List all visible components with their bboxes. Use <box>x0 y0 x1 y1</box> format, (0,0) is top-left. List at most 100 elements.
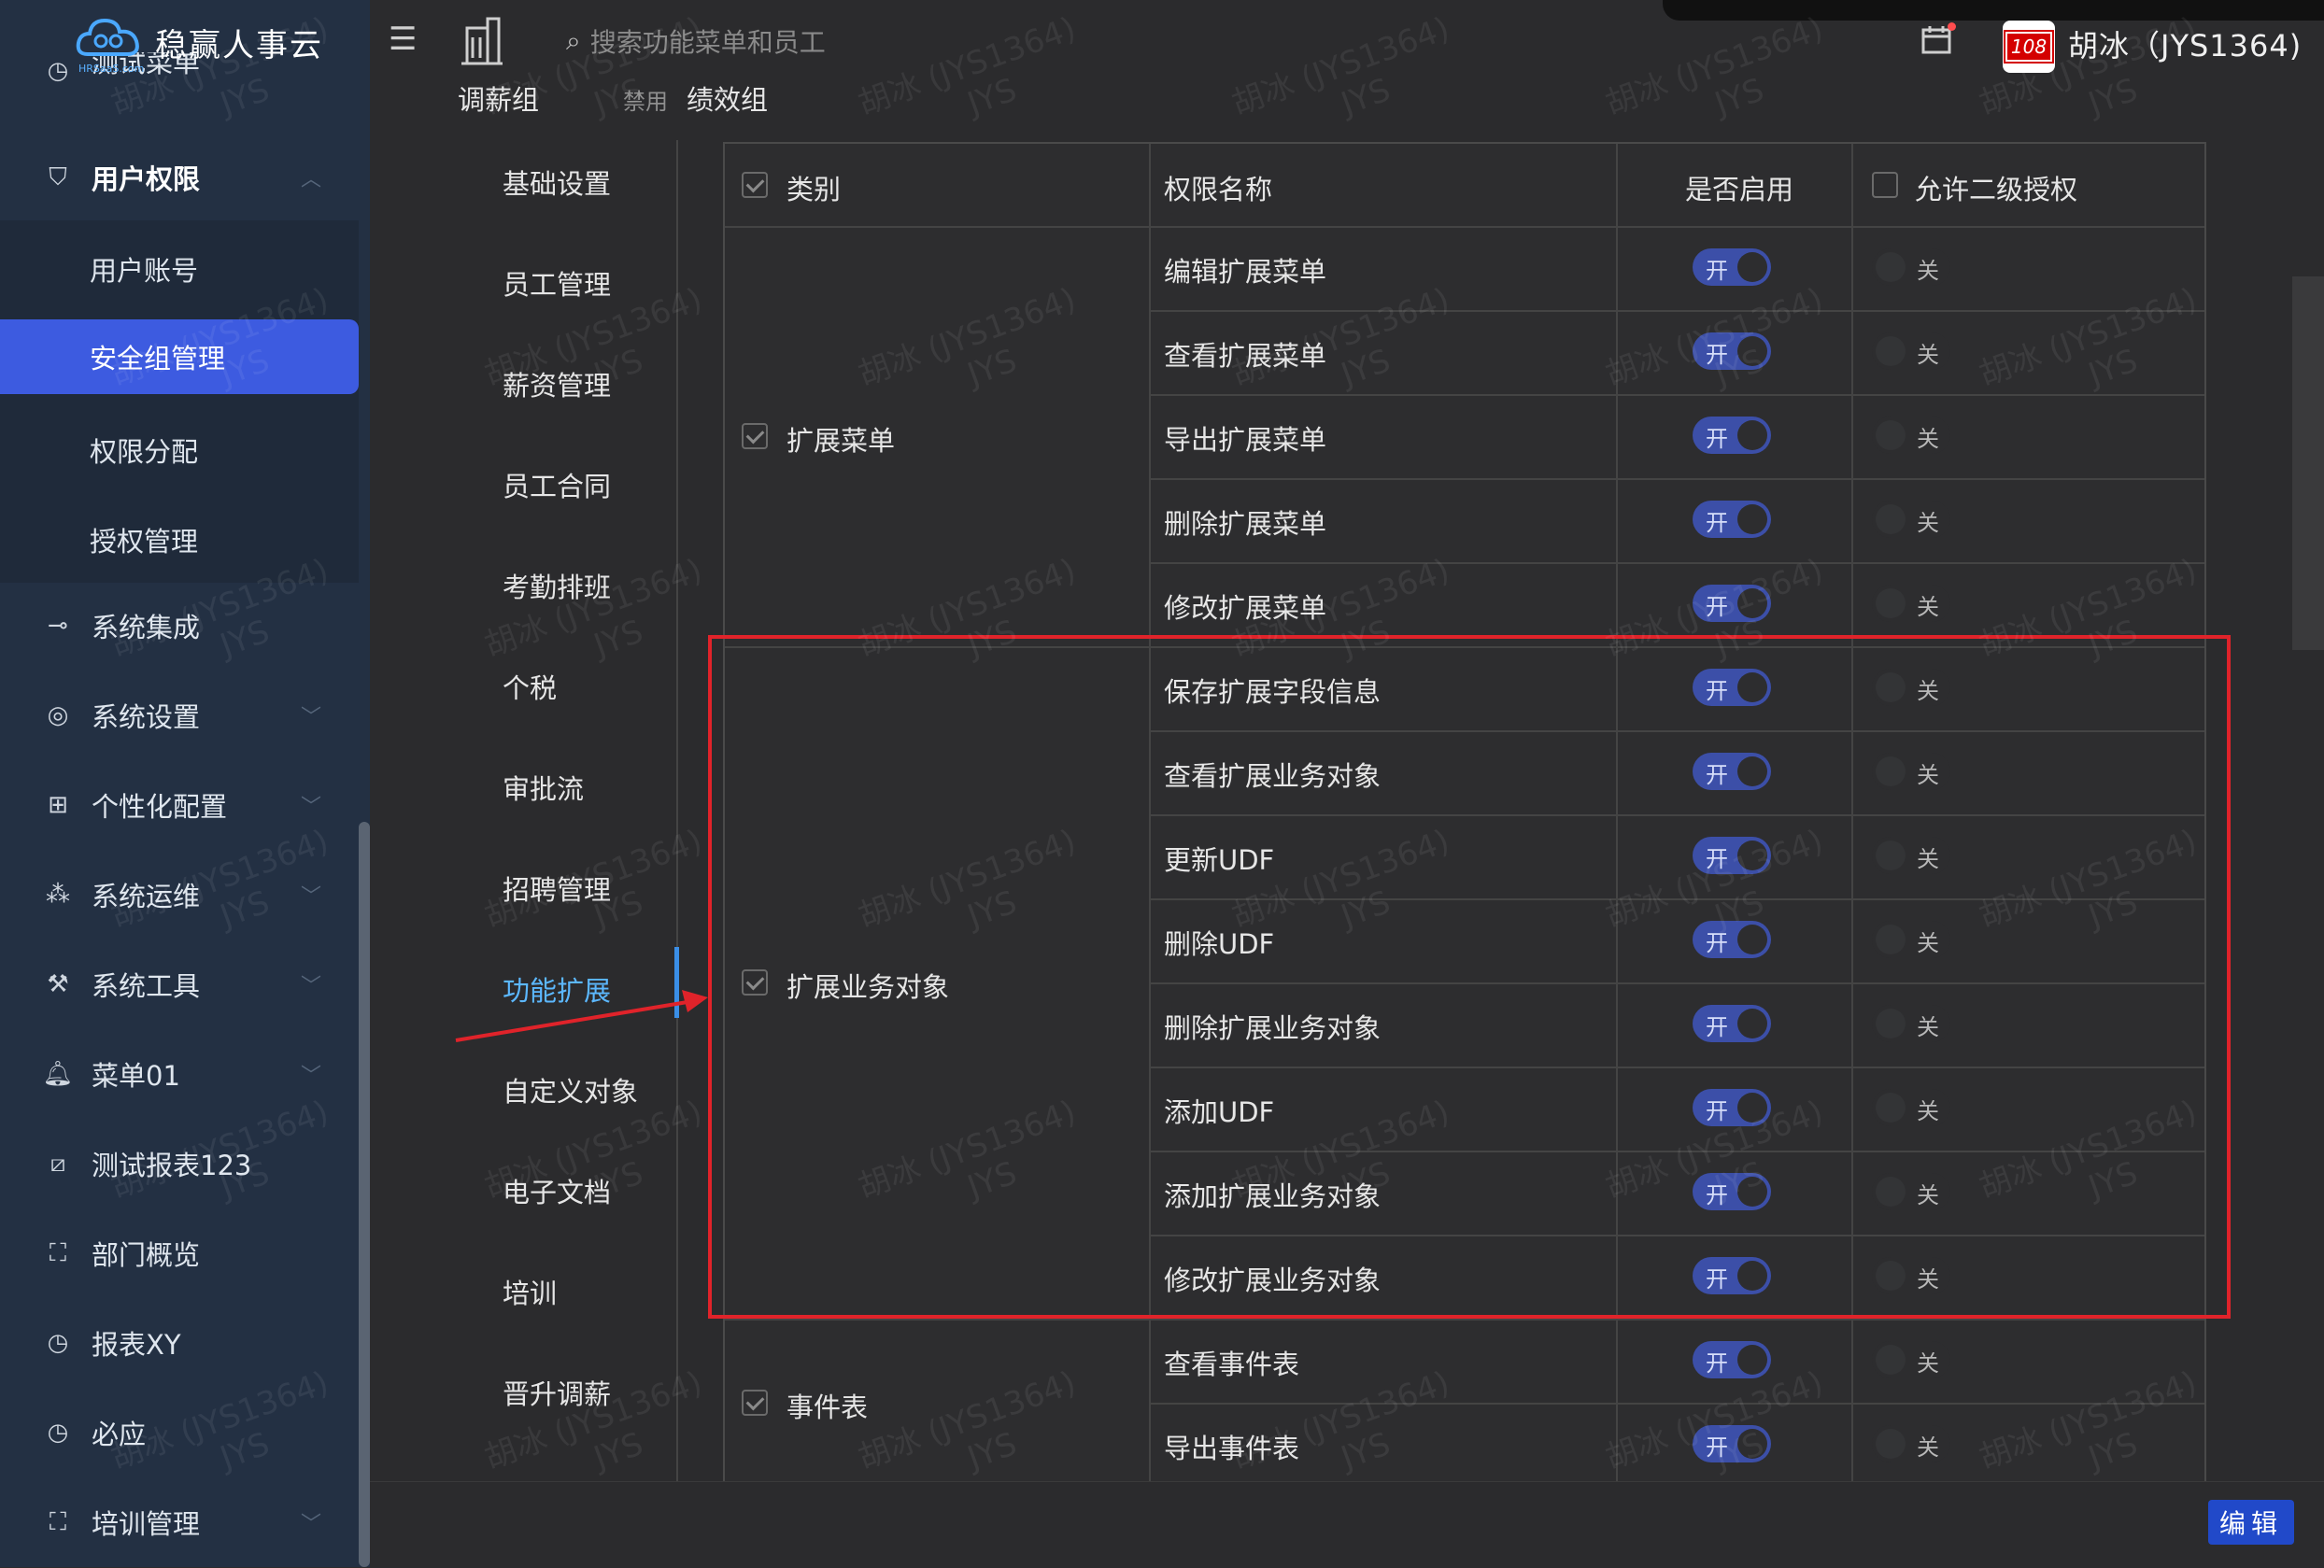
sidebar-item-report-xy[interactable]: ◷ 报表XY <box>0 1306 359 1380</box>
brand-logo[interactable]: HRSaaS.com 稳赢人事云 <box>75 9 323 75</box>
sidebar-item-integration[interactable]: ⊸ 系统集成 <box>0 588 359 663</box>
secondary-auth-switch[interactable]: 关 <box>1872 1257 1950 1294</box>
secondary-auth-switch[interactable]: 关 <box>1872 501 1950 538</box>
category-checkbox[interactable] <box>742 969 768 996</box>
row-divider <box>1149 394 2204 396</box>
category-approval-flow[interactable]: 审批流 <box>503 768 584 807</box>
secondary-auth-switch[interactable]: 关 <box>1872 1173 1950 1210</box>
sidebar-item-dept-overview[interactable]: ⛶ 部门概览 <box>0 1216 359 1291</box>
bell-icon: 🔔︎ <box>42 1060 74 1088</box>
tab-performance-group[interactable]: 绩效组 <box>687 78 768 118</box>
sidebar-item-test-report[interactable]: ⧄ 测试报表123 <box>0 1126 359 1201</box>
enable-switch[interactable]: 开 <box>1693 669 1771 706</box>
enable-switch[interactable]: 开 <box>1693 585 1771 622</box>
row-divider <box>1149 478 2204 480</box>
chevron-down-icon: ﹀ <box>300 706 321 729</box>
category-recruitment[interactable]: 招聘管理 <box>503 869 611 908</box>
switch-on-label: 开 <box>1706 1014 1728 1040</box>
calendar-icon[interactable] <box>1920 22 1956 56</box>
sidebar-item-user-permissions[interactable]: ⛉ 用户权限 ︿ <box>0 140 359 215</box>
secondary-auth-switch[interactable]: 关 <box>1872 753 1950 790</box>
notification-dot <box>1948 22 1956 31</box>
menu-collapse-icon[interactable]: ☰ <box>389 21 426 58</box>
enable-switch[interactable]: 开 <box>1693 1005 1771 1042</box>
enable-switch[interactable]: 开 <box>1693 1257 1771 1294</box>
cloud-logo-icon: HRSaaS.com <box>75 13 144 75</box>
permission-name: 查看事件表 <box>1164 1349 1300 1380</box>
category-custom-object[interactable]: 自定义对象 <box>503 1070 638 1109</box>
enable-switch[interactable]: 开 <box>1693 1425 1771 1462</box>
category-nav: 基础设置 员工管理 薪资管理 员工合同 考勤排班 个税 审批流 招聘管理 功能扩… <box>402 140 678 1481</box>
switch-on-label: 开 <box>1706 1182 1728 1208</box>
category-function-extension[interactable]: 功能扩展 <box>503 969 611 1009</box>
avatar[interactable]: 108 <box>2003 21 2055 73</box>
secondary-auth-switch[interactable]: 关 <box>1872 1089 1950 1126</box>
sidebar-item-settings[interactable]: ◎ 系统设置 ﹀ <box>0 678 359 753</box>
sidebar-submenu: 用户账号 权限分配 授权管理 <box>0 220 359 583</box>
secondary-auth-switch[interactable]: 关 <box>1872 332 1950 370</box>
sidebar-sub-permission-assign[interactable]: 权限分配 <box>0 413 359 487</box>
enable-switch[interactable]: 开 <box>1693 501 1771 538</box>
category-attendance[interactable]: 考勤排班 <box>503 566 611 605</box>
edit-button[interactable]: 编辑 <box>2208 1500 2294 1545</box>
enable-switch[interactable]: 开 <box>1693 837 1771 874</box>
secondary-auth-switch[interactable]: 关 <box>1872 1341 1950 1378</box>
switch-off-label: 关 <box>1917 342 1939 368</box>
select-all-category-checkbox[interactable] <box>742 172 768 198</box>
enable-switch[interactable]: 开 <box>1693 417 1771 454</box>
enable-switch[interactable]: 开 <box>1693 1341 1771 1378</box>
secondary-auth-switch[interactable]: 关 <box>1872 921 1950 958</box>
tab-salary-group[interactable]: 调薪组 <box>458 78 539 118</box>
category-checkbox[interactable] <box>742 1390 768 1416</box>
select-all-secondary-checkbox[interactable] <box>1872 172 1898 198</box>
enable-switch[interactable]: 开 <box>1693 753 1771 790</box>
secondary-auth-switch[interactable]: 关 <box>1872 248 1950 286</box>
search-box[interactable]: ⌕ 搜索功能菜单和员工 <box>566 22 826 60</box>
switch-off-label: 关 <box>1917 846 1939 872</box>
user-name[interactable]: 胡冰（JYS1364) <box>2068 22 2302 65</box>
sidebar-item-bing[interactable]: ◷ 必应 <box>0 1395 359 1470</box>
secondary-auth-switch[interactable]: 关 <box>1872 1425 1950 1462</box>
category-e-documents[interactable]: 电子文档 <box>503 1171 611 1210</box>
enable-switch[interactable]: 开 <box>1693 1089 1771 1126</box>
category-salary-mgmt[interactable]: 薪资管理 <box>503 364 611 403</box>
category-basic-settings[interactable]: 基础设置 <box>503 162 611 202</box>
category-employee-mgmt[interactable]: 员工管理 <box>503 263 611 303</box>
sidebar-item-ops[interactable]: ⁂ 系统运维 ﹀ <box>0 857 359 932</box>
switch-off-label: 关 <box>1917 510 1939 536</box>
secondary-auth-switch[interactable]: 关 <box>1872 837 1950 874</box>
sidebar-item-training[interactable]: ⛶ 培训管理 ﹀ <box>0 1485 359 1560</box>
secondary-auth-switch[interactable]: 关 <box>1872 417 1950 454</box>
permission-name: 删除扩展业务对象 <box>1164 1012 1382 1044</box>
switch-knob <box>1876 336 1906 366</box>
switch-on-label: 开 <box>1706 1266 1728 1293</box>
enable-switch[interactable]: 开 <box>1693 248 1771 286</box>
secondary-auth-switch[interactable]: 关 <box>1872 669 1950 706</box>
category-training[interactable]: 培训 <box>503 1272 557 1311</box>
sidebar-item-menu01[interactable]: 🔔︎ 菜单01 ﹀ <box>0 1037 359 1111</box>
category-checkbox[interactable] <box>742 423 768 449</box>
sidebar-item-tools[interactable]: ⚒ 系统工具 ﹀ <box>0 947 359 1022</box>
sidebar-sub-authorization[interactable]: 授权管理 <box>0 502 359 577</box>
footer-bar <box>370 1481 2324 1568</box>
switch-off-label: 关 <box>1917 1434 1939 1461</box>
switch-knob <box>1876 588 1906 618</box>
switch-off-label: 关 <box>1917 1182 1939 1208</box>
sidebar-sub-security-group[interactable]: 安全组管理 <box>0 319 359 394</box>
category-employee-contract[interactable]: 员工合同 <box>503 465 611 504</box>
content-scrollbar[interactable] <box>2292 276 2324 650</box>
enable-switch[interactable]: 开 <box>1693 1173 1771 1210</box>
secondary-auth-switch[interactable]: 关 <box>1872 585 1950 622</box>
sidebar-sub-user-account[interactable]: 用户账号 <box>0 232 359 306</box>
sidebar-item-personalization[interactable]: ⊞ 个性化配置 ﹀ <box>0 768 359 842</box>
category-promotion[interactable]: 晋升调薪 <box>503 1373 611 1412</box>
enable-switch[interactable]: 开 <box>1693 332 1771 370</box>
enable-switch[interactable]: 开 <box>1693 921 1771 958</box>
category-tax[interactable]: 个税 <box>503 667 557 706</box>
disabled-badge: 禁用 <box>623 89 669 115</box>
building-icon[interactable] <box>460 15 504 65</box>
permission-name: 查看扩展业务对象 <box>1164 760 1382 792</box>
sidebar-scrollbar[interactable] <box>359 822 370 1567</box>
permission-name: 修改扩展业务对象 <box>1164 1264 1382 1296</box>
secondary-auth-switch[interactable]: 关 <box>1872 1005 1950 1042</box>
